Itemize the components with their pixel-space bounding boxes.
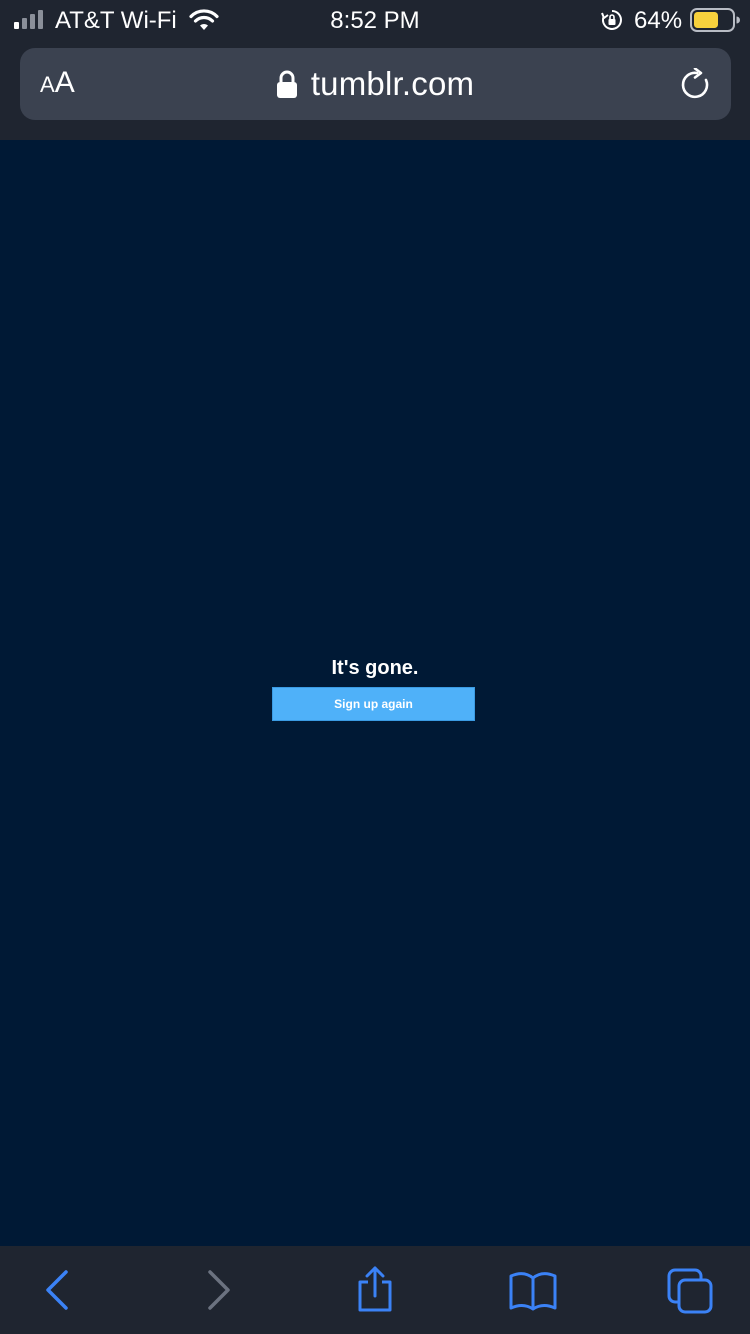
browser-top-chrome: AT&T Wi-Fi 8:52 PM 64% AA tumblr.com bbox=[0, 0, 750, 140]
browser-screen: AT&T Wi-Fi 8:52 PM 64% AA tumblr.com It'… bbox=[0, 0, 750, 1334]
forward-icon[interactable] bbox=[194, 1266, 244, 1316]
bookmarks-icon[interactable] bbox=[508, 1266, 558, 1316]
back-icon[interactable] bbox=[34, 1266, 84, 1316]
address-bar[interactable]: AA tumblr.com bbox=[20, 48, 731, 120]
web-page-content: It's gone. Sign up again bbox=[0, 140, 750, 1246]
battery-percentage: 64% bbox=[634, 7, 683, 34]
sign-up-again-button[interactable]: Sign up again bbox=[272, 687, 475, 721]
bottom-toolbar bbox=[0, 1246, 750, 1334]
lock-icon bbox=[276, 70, 297, 98]
tabs-icon[interactable] bbox=[665, 1266, 715, 1316]
gone-message: It's gone. bbox=[331, 657, 419, 679]
rotation-lock-icon bbox=[601, 10, 622, 30]
url-text: tumblr.com bbox=[310, 65, 475, 102]
battery-icon bbox=[690, 8, 740, 32]
share-icon[interactable] bbox=[350, 1266, 400, 1316]
reload-icon[interactable] bbox=[680, 68, 714, 102]
url-field[interactable]: tumblr.com bbox=[20, 48, 731, 120]
status-bar: AT&T Wi-Fi 8:52 PM 64% bbox=[0, 0, 750, 40]
